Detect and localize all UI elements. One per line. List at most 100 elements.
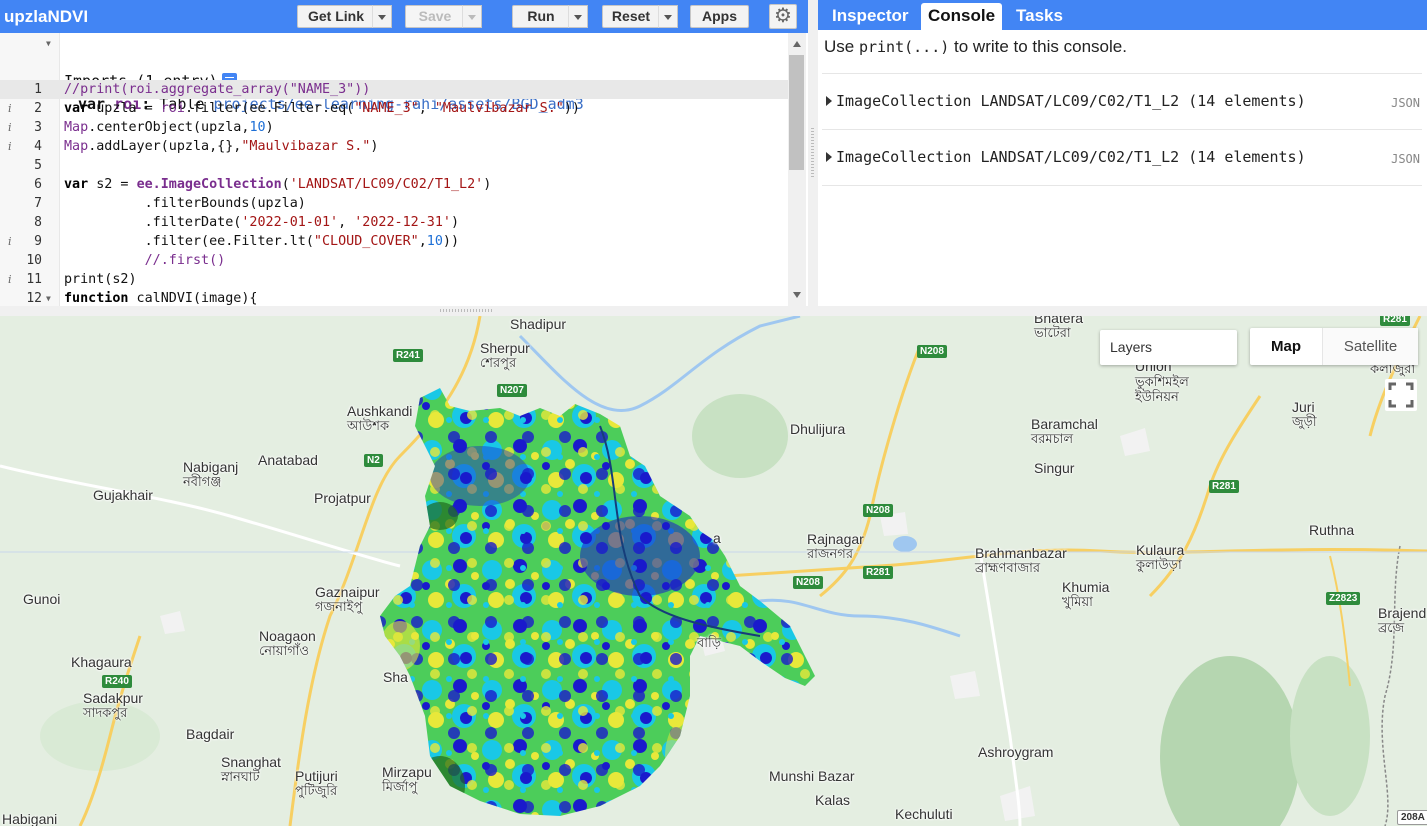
info-icon[interactable]: i <box>8 99 12 118</box>
code-line[interactable]: 11 i print(s2) <box>0 270 788 289</box>
place-label: Habigani <box>2 811 58 826</box>
script-title[interactable]: upzlaNDVI <box>4 7 88 27</box>
code-line[interactable]: 6 var s2 = ee.ImageCollection('LANDSAT/LC… <box>0 175 788 194</box>
expand-caret-icon[interactable] <box>826 152 832 162</box>
console-hint: Use print(...) to write to this console. <box>824 37 1127 57</box>
code-text[interactable]: .filterDate('2022-01-01', '2022-12-31') <box>64 213 459 232</box>
code-text[interactable]: function calNDVI(image){ <box>64 289 258 306</box>
code-text[interactable]: .filterBounds(upzla) <box>64 194 306 213</box>
info-icon[interactable]: i <box>8 270 12 289</box>
place-label: Projatpur <box>314 490 371 506</box>
road-shield: N2 <box>364 454 383 467</box>
line-number: 5 <box>34 158 42 173</box>
save-button[interactable]: Save <box>405 5 465 28</box>
place-label: Gujakhair <box>93 487 153 503</box>
console-entry-text[interactable]: ImageCollection LANDSAT/LC09/C02/T1_L2 (… <box>836 92 1306 110</box>
fold-arrow-icon[interactable]: ▼ <box>46 289 51 306</box>
fold-arrow-icon[interactable]: ▼ <box>46 34 51 53</box>
json-link[interactable]: JSON <box>1391 152 1420 166</box>
console-hint-code: print(...) <box>858 38 950 56</box>
code-line[interactable]: 1 //print(roi.aggregate_array("NAME_3")) <box>0 80 788 99</box>
console-entry-text[interactable]: ImageCollection LANDSAT/LC09/C02/T1_L2 (… <box>836 148 1306 166</box>
apps-button[interactable]: Apps <box>690 5 749 28</box>
road-shield: R281 <box>863 566 893 579</box>
line-number: 6 <box>34 177 42 192</box>
road-shield: R281 <box>1209 480 1239 493</box>
place-label: Kulaura কুলাউড়া <box>1136 542 1185 572</box>
editor-scrollbar[interactable] <box>788 33 806 306</box>
console-divider <box>822 185 1422 186</box>
reset-dropdown-icon[interactable] <box>658 5 678 28</box>
code-text[interactable]: print(s2) <box>64 270 137 289</box>
console-entry[interactable]: ImageCollection LANDSAT/LC09/C02/T1_L2 (… <box>822 129 1422 186</box>
code-text[interactable]: //.first() <box>64 251 226 270</box>
code-line[interactable]: 10 //.first() <box>0 251 788 270</box>
place-label: Ruthna <box>1309 522 1355 538</box>
code-text[interactable]: .filter(ee.Filter.lt("CLOUD_COVER",10)) <box>64 232 459 251</box>
editor-toolbar: upzlaNDVI Get Link Save Run Reset Apps ⚙ <box>0 0 808 33</box>
vertical-splitter[interactable] <box>808 0 818 306</box>
layers-button[interactable]: Layers <box>1100 330 1237 365</box>
code-text[interactable]: Map.centerObject(upzla,10) <box>64 118 274 137</box>
road-shield: N208 <box>793 576 823 589</box>
horizontal-splitter[interactable] <box>0 306 1427 316</box>
place-label: Brajend ব্রজে <box>1378 605 1427 635</box>
save-dropdown-icon[interactable] <box>462 5 482 28</box>
code-line[interactable]: 8 .filterDate('2022-01-01', '2022-12-31'… <box>0 213 788 232</box>
line-number: 2 <box>34 101 42 116</box>
place-label: Baramchal বরমচাল <box>1031 416 1098 446</box>
border-line <box>1381 545 1401 826</box>
console-entry[interactable]: ImageCollection LANDSAT/LC09/C02/T1_L2 (… <box>822 73 1422 130</box>
line-number: 3 <box>34 120 42 135</box>
reset-button[interactable]: Reset <box>602 5 660 28</box>
place-label: Singur <box>1034 460 1075 476</box>
scroll-thumb[interactable] <box>789 55 804 170</box>
code-line[interactable]: 7 .filterBounds(upzla) <box>0 194 788 213</box>
place-label: Dhulijura <box>790 421 846 437</box>
line-number: 7 <box>34 196 42 211</box>
code-line[interactable]: 12 ▼ function calNDVI(image){ <box>0 289 788 306</box>
tab-console[interactable]: Console <box>921 3 1002 30</box>
fullscreen-button[interactable] <box>1385 379 1417 411</box>
place-label: Anatabad <box>258 452 318 468</box>
info-icon[interactable]: i <box>8 118 12 137</box>
code-line[interactable]: 4 i Map.addLayer(upzla,{},"Maulvibazar S."… <box>0 137 788 156</box>
road-shield: N208 <box>863 504 893 517</box>
code-line[interactable]: 2 i var upzla = roi.filter(ee.Filter.eq("N… <box>0 99 788 118</box>
imports-header[interactable]: ▼ Imports (1 entry) <box>0 34 788 90</box>
code-line[interactable]: 9 i .filter(ee.Filter.lt("CLOUD_COVER",10… <box>0 232 788 251</box>
road-shield: N208 <box>917 345 947 358</box>
forest-area <box>1160 656 1300 826</box>
road <box>978 550 1022 826</box>
code-text[interactable]: Map.addLayer(upzla,{},"Maulvibazar S.") <box>64 137 378 156</box>
map-canvas[interactable]: Shadipur Sherpur শেরপুর Aushkandi আউশক Nab… <box>0 316 1427 826</box>
line-number: 12 <box>26 291 42 306</box>
info-icon[interactable]: i <box>8 137 12 156</box>
run-dropdown-icon[interactable] <box>568 5 588 28</box>
settings-gear-icon[interactable]: ⚙ <box>769 4 797 29</box>
scroll-down-icon[interactable] <box>793 292 801 298</box>
code-text[interactable]: //print(roi.aggregate_array("NAME_3")) <box>64 80 370 99</box>
tab-inspector[interactable]: Inspector <box>826 3 915 30</box>
map-type-satellite-button[interactable]: Satellite <box>1322 328 1418 365</box>
info-icon[interactable]: i <box>8 232 12 251</box>
place-label: Snanghat স্নানঘাট <box>221 754 281 784</box>
get-link-dropdown-icon[interactable] <box>372 5 392 28</box>
import-line[interactable]: ▶ var roi: Table projects/ee-learning-ra… <box>0 57 788 113</box>
place-label: Shadipur <box>510 316 567 332</box>
code-text[interactable]: var upzla = roi.filter(ee.Filter.eq("NAM… <box>64 99 580 118</box>
code-line[interactable]: 5 <box>0 156 788 175</box>
map-type-map-button[interactable]: Map <box>1250 328 1322 365</box>
get-link-button[interactable]: Get Link <box>297 5 375 28</box>
json-link[interactable]: JSON <box>1391 96 1420 110</box>
expand-caret-icon[interactable] <box>826 96 832 106</box>
road-shield: Z2823 <box>1326 592 1361 605</box>
place-label: Khumia খুমিয়া <box>1062 579 1110 609</box>
scroll-up-icon[interactable] <box>793 41 801 47</box>
run-button[interactable]: Run <box>512 5 570 28</box>
tab-tasks[interactable]: Tasks <box>1010 3 1069 30</box>
line-number: 1 <box>34 82 42 97</box>
code-line[interactable]: 3 i Map.centerObject(upzla,10) <box>0 118 788 137</box>
code-text[interactable]: var s2 = ee.ImageCollection('LANDSAT/LC0… <box>64 175 491 194</box>
code-area[interactable]: ▼ Imports (1 entry) ▶ var roi: Table pro… <box>0 33 788 306</box>
